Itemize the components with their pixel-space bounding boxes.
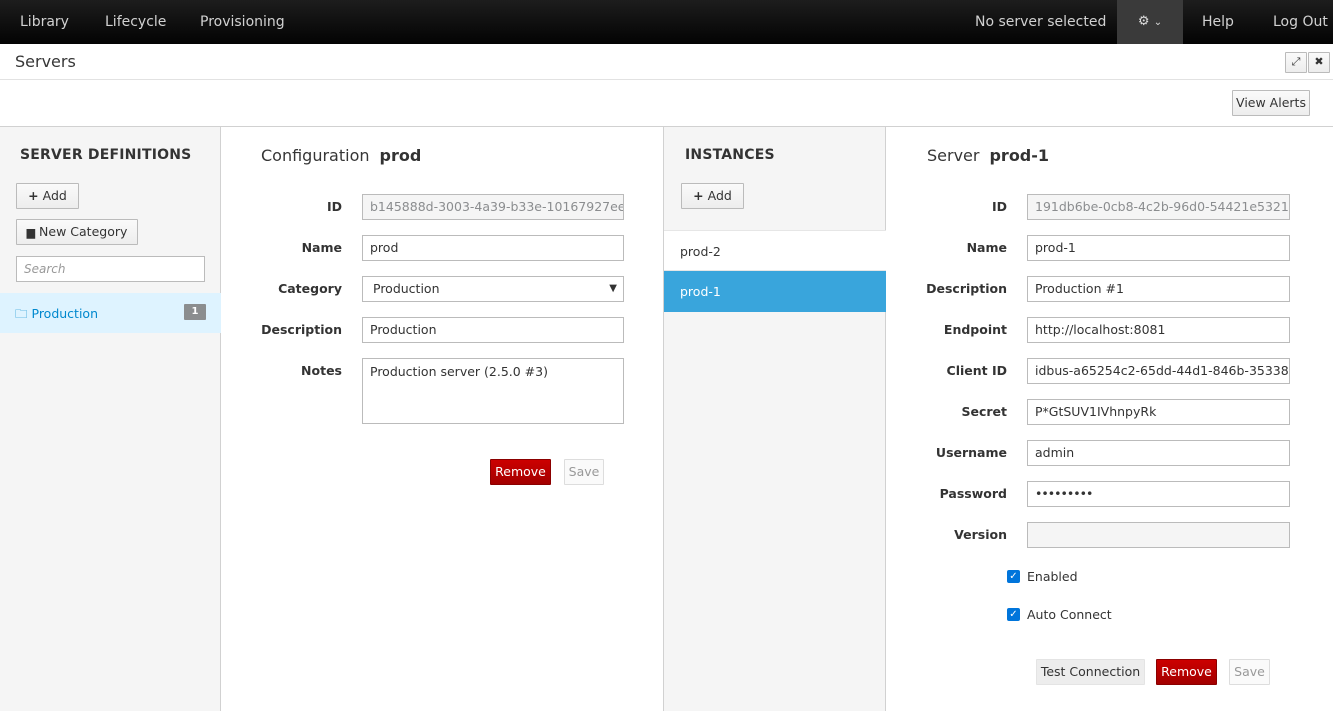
add-label: Add bbox=[42, 188, 67, 203]
enabled-label: Enabled bbox=[1027, 569, 1078, 584]
server-endpoint-field[interactable]: http://localhost:8081 bbox=[1027, 317, 1290, 343]
view-alerts-button[interactable]: View Alerts bbox=[1232, 90, 1310, 116]
category-label: 🗀 Production bbox=[15, 306, 99, 321]
server-username-field[interactable]: admin bbox=[1027, 440, 1290, 466]
server-name: prod-1 bbox=[989, 146, 1050, 165]
folder-outline-icon: 🗀 bbox=[15, 306, 28, 321]
nav-logout[interactable]: Log Out bbox=[1273, 0, 1328, 44]
server-version-field bbox=[1027, 522, 1290, 548]
config-category-label: Category bbox=[278, 281, 342, 296]
settings-menu[interactable]: ⚙ ⌄ bbox=[1117, 0, 1183, 44]
config-id-field: b145888d-3003-4a39-b33e-10167927eeb6 bbox=[362, 194, 624, 220]
gear-icon: ⚙ bbox=[1137, 14, 1150, 29]
server-save-button[interactable]: Save bbox=[1229, 659, 1270, 685]
add-instance-button[interactable]: + Add bbox=[681, 183, 744, 209]
config-save-button[interactable]: Save bbox=[564, 459, 604, 485]
auto-connect-checkbox[interactable]: ✓ bbox=[1007, 608, 1020, 621]
instance-item-prod-1[interactable]: prod-1 bbox=[664, 271, 886, 312]
configuration-heading: Configuration prod bbox=[261, 146, 422, 165]
add-instance-label: Add bbox=[707, 188, 732, 203]
config-description-label: Description bbox=[261, 322, 342, 337]
config-name-field[interactable]: prod bbox=[362, 235, 624, 261]
alerts-row: View Alerts bbox=[0, 80, 1333, 127]
config-category-select[interactable]: Production ▼ bbox=[362, 276, 624, 302]
instances-panel: INSTANCES + Add prod-2 prod-1 bbox=[664, 127, 886, 711]
server-username-label: Username bbox=[935, 445, 1007, 460]
server-name-field[interactable]: prod-1 bbox=[1027, 235, 1290, 261]
new-category-button[interactable]: ▆ New Category bbox=[16, 219, 138, 245]
check-icon: ✓ bbox=[1009, 571, 1018, 582]
config-id-label: ID bbox=[326, 199, 342, 214]
new-category-label: New Category bbox=[39, 224, 128, 239]
nav-lifecycle[interactable]: Lifecycle bbox=[105, 0, 166, 44]
chevron-down-icon: ▼ bbox=[609, 283, 617, 294]
server-password-field[interactable]: ••••••••• bbox=[1027, 481, 1290, 507]
server-description-label: Description bbox=[926, 281, 1007, 296]
server-password-label: Password bbox=[939, 486, 1007, 501]
auto-connect-label: Auto Connect bbox=[1027, 607, 1112, 622]
server-remove-button[interactable]: Remove bbox=[1156, 659, 1217, 685]
expand-icon: ⤢ bbox=[1291, 55, 1301, 68]
chevron-down-icon: ⌄ bbox=[1153, 17, 1163, 28]
config-name-label: Name bbox=[301, 240, 342, 255]
enabled-checkbox[interactable]: ✓ bbox=[1007, 570, 1020, 583]
server-status[interactable]: No server selected bbox=[975, 0, 1106, 44]
server-id-label: ID bbox=[991, 199, 1007, 214]
server-client-id-field[interactable]: idbus-a65254c2-65dd-44d1-846b-35338e860 bbox=[1027, 358, 1290, 384]
configuration-name: prod bbox=[379, 146, 422, 165]
page-title: Servers bbox=[15, 52, 76, 71]
close-icon: ✖ bbox=[1314, 55, 1324, 68]
instance-item-prod-2[interactable]: prod-2 bbox=[664, 230, 886, 271]
close-button[interactable]: ✖ bbox=[1308, 52, 1330, 73]
test-connection-button[interactable]: Test Connection bbox=[1036, 659, 1145, 685]
instances-heading: INSTANCES bbox=[685, 147, 775, 163]
plus-icon: + bbox=[693, 188, 704, 203]
config-remove-button[interactable]: Remove bbox=[490, 459, 551, 485]
server-name-label: Name bbox=[966, 240, 1007, 255]
folder-icon: ▆ bbox=[26, 226, 36, 239]
nav-library[interactable]: Library bbox=[20, 0, 69, 44]
top-navbar: Library Lifecycle Provisioning No server… bbox=[0, 0, 1333, 44]
page-titlebar: Servers ⤢ ✖ bbox=[0, 44, 1333, 80]
nav-provisioning[interactable]: Provisioning bbox=[200, 0, 285, 44]
server-description-field[interactable]: Production #1 bbox=[1027, 276, 1290, 302]
server-panel: Server prod-1 ID 191db6be-0cb8-4c2b-96d0-… bbox=[886, 127, 1333, 711]
configuration-panel: Configuration prod ID b145888d-3003-4a39-… bbox=[221, 127, 664, 711]
category-count-badge: 1 bbox=[184, 304, 206, 320]
config-notes-textarea[interactable]: Production server (2.5.0 #3) bbox=[362, 358, 624, 424]
server-heading: Server prod-1 bbox=[927, 146, 1050, 165]
add-definition-button[interactable]: + Add bbox=[16, 183, 79, 209]
server-version-label: Version bbox=[954, 527, 1007, 542]
server-secret-label: Secret bbox=[961, 404, 1007, 419]
server-secret-field[interactable]: P*GtSUV1IVhnpyRk bbox=[1027, 399, 1290, 425]
server-client-id-label: Client ID bbox=[946, 363, 1007, 378]
server-endpoint-label: Endpoint bbox=[943, 322, 1007, 337]
check-icon: ✓ bbox=[1009, 609, 1018, 620]
search-input[interactable]: Search bbox=[16, 256, 205, 282]
config-notes-label: Notes bbox=[301, 363, 342, 378]
category-item-production[interactable]: 🗀 Production 1 bbox=[0, 293, 221, 333]
nav-help[interactable]: Help bbox=[1202, 0, 1234, 44]
server-definitions-panel: SERVER DEFINITIONS + Add ▆ New Category … bbox=[0, 127, 221, 711]
plus-icon: + bbox=[28, 188, 39, 203]
server-definitions-heading: SERVER DEFINITIONS bbox=[20, 147, 192, 163]
server-id-field: 191db6be-0cb8-4c2b-96d0-54421e532133 bbox=[1027, 194, 1290, 220]
expand-button[interactable]: ⤢ bbox=[1285, 52, 1307, 73]
config-description-field[interactable]: Production bbox=[362, 317, 624, 343]
